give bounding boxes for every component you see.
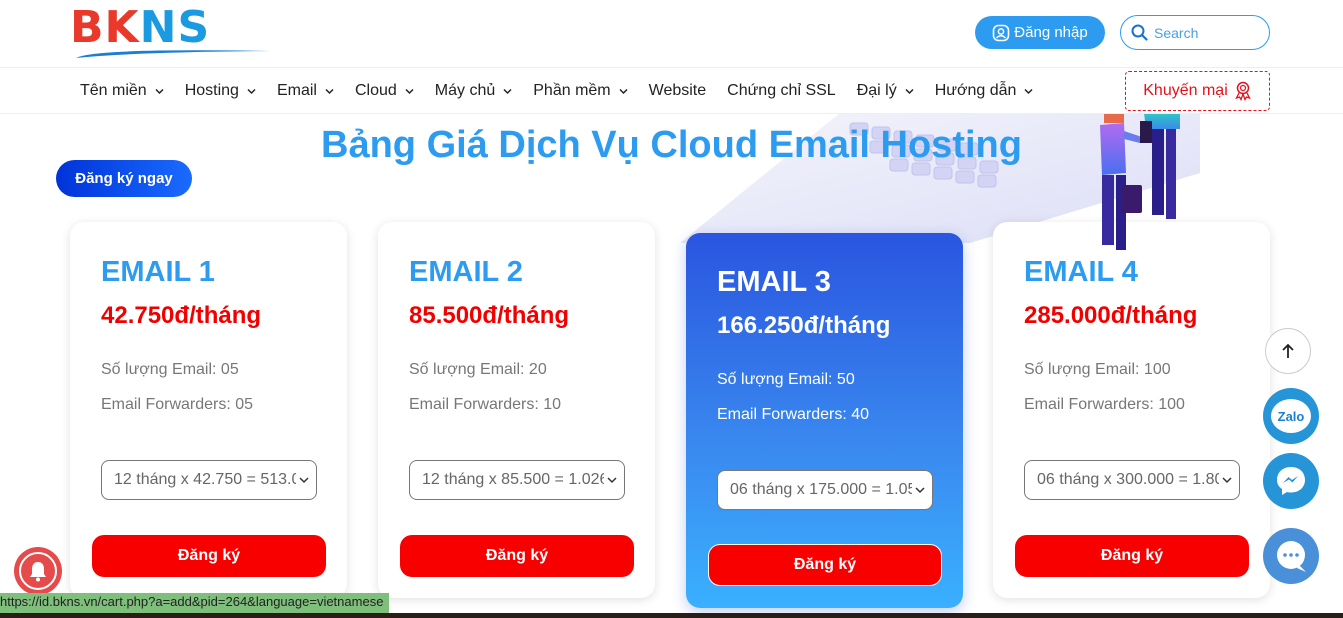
register-button[interactable]: Đăng ký [708,544,942,586]
plan-email-count: Số lượng Email: 100 [1024,361,1171,378]
plan-price: 85.500đ/tháng [409,302,570,329]
chevron-down-icon [1024,88,1033,94]
bell-icon [30,562,46,582]
plan-card-email-1: EMAIL 1 42.750đ/tháng Số lượng Email: 05… [70,222,347,598]
login-label: Đăng nhập [1014,24,1088,41]
plan-name: EMAIL 1 [101,256,215,288]
nav-item-reseller[interactable]: Đại lý [857,82,914,100]
nav-item-email[interactable]: Email [277,82,334,100]
plan-name: EMAIL 2 [409,256,523,288]
plan-forwarders: Email Forwarders: 10 [409,396,562,413]
taskbar-edge [0,613,1343,618]
nav-item-guide[interactable]: Hướng dẫn [935,82,1034,100]
register-now-button[interactable]: Đăng ký ngay [56,160,192,197]
logo-swoosh-icon [76,50,270,58]
scroll-to-top-button[interactable] [1265,328,1311,374]
logo-text-ns: NS [139,2,211,53]
plan-price: 285.000đ/tháng [1024,302,1198,329]
nav-menu: Tên miền Hosting Email Cloud Máy chủ Phầ… [80,68,1054,114]
billing-cycle-select[interactable]: 06 tháng x 175.000 = 1.050.000 [717,470,933,510]
plan-forwarders: Email Forwarders: 100 [1024,396,1185,413]
chevron-down-icon [619,88,628,94]
nav-item-hosting[interactable]: Hosting [185,82,256,100]
chevron-down-icon [247,88,256,94]
notification-bell-button[interactable] [14,547,62,595]
plan-forwarders: Email Forwarders: 05 [101,396,254,413]
nav-item-domain[interactable]: Tên miền [80,82,164,100]
plan-email-count: Số lượng Email: 20 [409,361,547,378]
zalo-icon: Zalo [1271,399,1311,433]
chevron-down-icon [405,88,414,94]
plan-email-count: Số lượng Email: 05 [101,361,239,378]
chevron-down-icon [503,88,512,94]
search-input[interactable] [1154,24,1254,41]
status-bar-url: https://id.bkns.vn/cart.php?a=add&pid=26… [0,593,390,613]
nav-item-website[interactable]: Website [649,82,707,100]
plan-price: 166.250đ/tháng [717,312,891,339]
plan-card-email-4: EMAIL 4 285.000đ/tháng Số lượng Email: 1… [993,222,1270,598]
plan-forwarders: Email Forwarders: 40 [717,406,870,423]
arrow-up-icon [1282,343,1294,358]
register-button[interactable]: Đăng ký [1015,535,1249,577]
nav-item-server[interactable]: Máy chủ [435,82,512,100]
nav-item-software[interactable]: Phần mềm [533,82,628,100]
messenger-button[interactable] [1263,453,1319,509]
messenger-icon [1277,467,1305,495]
nav-item-cloud[interactable]: Cloud [355,82,414,100]
search-icon [1131,24,1148,41]
promotion-label: Khuyến mại [1143,82,1228,99]
top-header: BKNS Đăng nhập [0,0,1343,67]
chevron-down-icon [325,88,334,94]
plan-email-count: Số lượng Email: 50 [717,371,855,388]
chevron-down-icon [1222,477,1232,484]
live-chat-button[interactable] [1263,528,1319,584]
handshake-people-icon [1100,113,1180,250]
search-box[interactable] [1120,15,1270,50]
logo-text-bk: BK [70,2,140,53]
chevron-down-icon [915,487,925,494]
user-icon [992,24,1010,41]
chat-bubble-icon [1277,541,1306,572]
register-button[interactable]: Đăng ký [400,535,634,577]
zalo-chat-button[interactable]: Zalo [1263,388,1319,444]
billing-cycle-select[interactable]: 06 tháng x 300.000 = 1.800.000 [1024,460,1240,500]
plan-card-email-2: EMAIL 2 85.500đ/tháng Số lượng Email: 20… [378,222,655,598]
plan-name: EMAIL 3 [717,266,831,298]
chevron-down-icon [299,477,309,484]
login-button[interactable]: Đăng nhập [975,16,1105,49]
register-button[interactable]: Đăng ký [92,535,326,577]
chevron-down-icon [155,88,164,94]
billing-cycle-select[interactable]: 12 tháng x 42.750 = 513.000 [101,460,317,500]
promotion-button[interactable]: Khuyến mại [1125,71,1270,111]
plan-name: EMAIL 4 [1024,256,1138,288]
plan-price: 42.750đ/tháng [101,302,262,329]
main-nav: Tên miền Hosting Email Cloud Máy chủ Phầ… [0,67,1343,114]
nav-item-ssl[interactable]: Chứng chỉ SSL [727,82,836,100]
award-ribbon-icon [1234,81,1251,101]
bkns-logo[interactable]: BKNS [68,4,273,60]
chevron-down-icon [905,88,914,94]
chevron-down-icon [607,477,617,484]
billing-cycle-select[interactable]: 12 tháng x 85.500 = 1.026.000 [409,460,625,500]
plan-card-email-3: EMAIL 3 166.250đ/tháng Số lượng Email: 5… [686,233,963,608]
